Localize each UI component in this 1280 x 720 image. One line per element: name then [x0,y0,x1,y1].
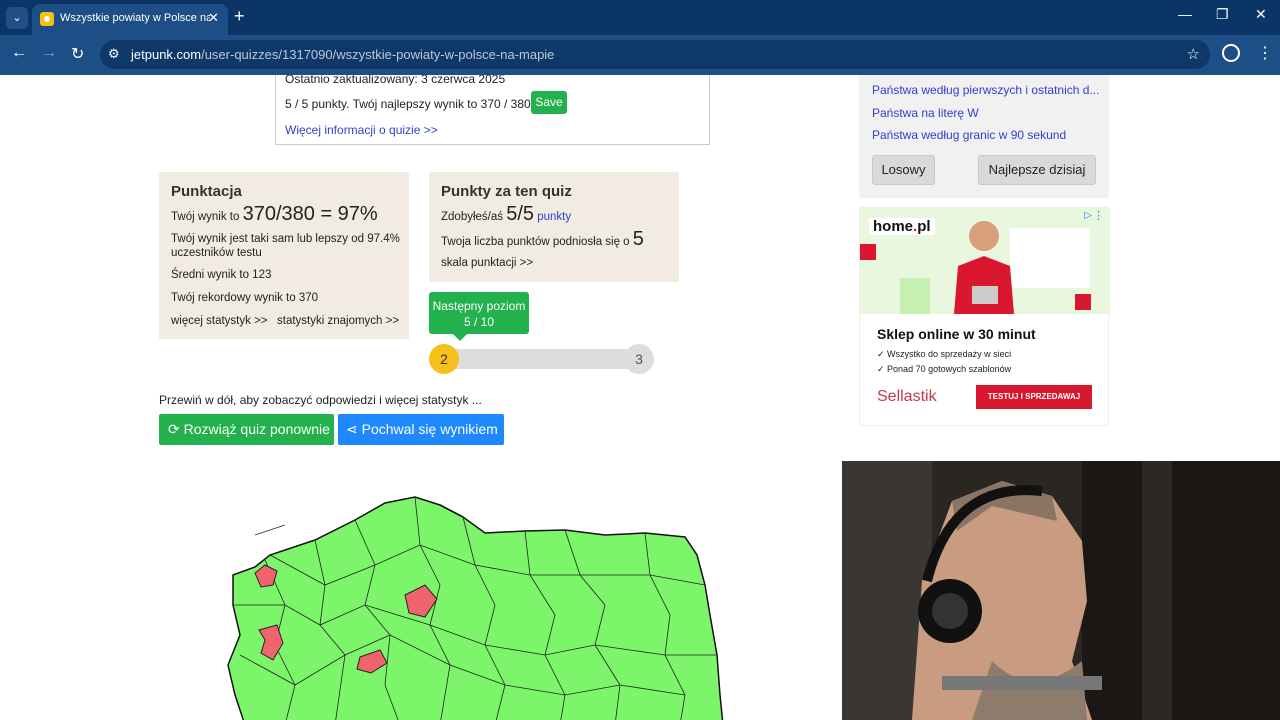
tab-title: Wszystkie powiaty w Polsce na [60,12,210,24]
streamer-image [842,461,1280,720]
percentile-line-2: uczestników testu [171,247,262,259]
ad-logo: home.pl [869,218,935,235]
last-updated: Ostatnio zaktualizowany: 3 czerwca 2025 [285,75,506,86]
tab-bar: ⌄ Wszystkie powiaty w Polsce na ✕ + — ❐ … [0,0,1280,35]
menu-icon[interactable]: ⋮ [1257,43,1273,63]
close-window-icon[interactable]: ✕ [1255,6,1267,23]
more-info-link[interactable]: Więcej informacji o quizie >> [285,123,438,137]
level-progress-text: 5 / 10 [463,315,495,329]
scoring-title: Punktacja [171,183,242,200]
minimize-icon[interactable]: — [1178,6,1192,22]
bookmark-star-icon[interactable]: ☆ [1187,45,1200,63]
ad-headline: Sklep online w 30 minut [877,326,1036,342]
ad-brand: Sellastik [877,388,937,405]
map-land [227,496,724,720]
refresh-icon: ⟳ [168,421,180,437]
score-summary: 5 / 5 punkty. Twój najlepszy wynik to 37… [285,97,535,111]
retry-quiz-button[interactable]: ⟳ Rozwiąż quiz ponownie [159,414,334,445]
record-score: Twój rekordowy wynik to 370 [171,292,319,304]
tab-search-button[interactable]: ⌄ [6,7,28,29]
webcam-overlay [842,461,1280,720]
more-stats-link[interactable]: więcej statystyk >> [171,315,268,327]
current-level-badge: 2 [429,344,459,374]
tab-close-icon[interactable]: ✕ [208,10,219,26]
back-icon[interactable]: ← [11,44,27,62]
average-score: Średni wynik to 123 [171,269,272,281]
forward-icon[interactable]: → [41,44,57,62]
scale-link[interactable]: skala punktacji >> [441,257,533,269]
poland-map [227,496,724,720]
points-raised: Twoja liczba punktów podniosła się o 5 [441,228,644,250]
percentile-line-1: Twój wynik jest taki sam lub lepszy od 9… [171,233,400,245]
points-link[interactable]: punkty [537,211,571,223]
share-result-button[interactable]: ⋖ Pochwal się wynikiem [338,414,504,445]
best-today-button[interactable]: Najlepsze dzisiaj [978,155,1096,185]
sidebar-link-3[interactable]: Państwa według granic w 90 sekund [872,128,1100,142]
new-tab-icon[interactable]: + [234,6,245,27]
level-progress-track [443,349,639,369]
advertisement[interactable]: home.pl ▷ ⋮ Sklep online w 30 minut ✓ Ws… [859,207,1110,426]
address-bar-row: ← → ↻ ⚙ jetpunk.com/user-quizzes/1317090… [0,35,1280,75]
maximize-icon[interactable]: ❐ [1216,6,1229,23]
your-score: Twój wynik to 370/380 = 97% [171,203,378,225]
sidebar-link-2[interactable]: Państwa na literę W [872,106,1100,120]
adchoices-icon[interactable]: ▷ [1084,210,1092,221]
ad-bullet-2: ✓ Ponad 70 gotowych szablonów [877,364,1012,374]
omnibox[interactable]: ⚙ jetpunk.com/user-quizzes/1317090/wszys… [100,40,1210,69]
share-icon: ⋖ [346,421,358,437]
save-button[interactable]: Save [531,91,567,114]
quiz-info-box: Ostatnio zaktualizowany: 3 czerwca 2025 … [275,75,710,145]
next-level-badge: 3 [624,344,654,374]
friends-stats-link[interactable]: statystyki znajomych >> [277,315,399,327]
next-level-popup: Następny poziom 5 / 10 [429,292,529,341]
reload-icon[interactable]: ↻ [71,44,84,64]
favicon-icon [40,12,54,26]
ad-bullet-1: ✓ Wszystko do sprzedaży w sieci [877,349,1012,359]
random-button[interactable]: Losowy [872,155,935,185]
ad-hero-image: home.pl ▷ ⋮ [860,208,1110,314]
scroll-hint: Przewiń w dół, aby zobaczyć odpowiedzi i… [159,393,482,407]
points-card: Punkty za ten quiz Zdobyłeś/aś 5/5 punkt… [429,172,679,282]
active-tab[interactable]: Wszystkie powiaty w Polsce na ✕ [32,4,228,35]
page-content: Ostatnio zaktualizowany: 3 czerwca 2025 … [0,75,1280,720]
ad-cta-button[interactable]: TESTUJ I SPRZEDAWAJ [976,385,1092,409]
sidebar-panel: Państwa według pierwszych i ostatnich d.… [859,75,1109,198]
points-title: Punkty za ten quiz [441,183,572,200]
sidebar-link-1[interactable]: Państwa według pierwszych i ostatnich d.… [872,83,1100,97]
points-earned: Zdobyłeś/aś 5/5 punkty [441,203,572,225]
url-text[interactable]: jetpunk.com/user-quizzes/1317090/wszystk… [131,47,554,62]
ad-menu-icon[interactable]: ⋮ [1093,209,1104,222]
profile-icon[interactable] [1222,44,1240,62]
site-info-icon[interactable]: ⚙ [108,46,120,62]
next-level-label: Następny poziom [432,299,526,313]
scoring-card: Punktacja Twój wynik to 370/380 = 97% Tw… [159,172,409,339]
